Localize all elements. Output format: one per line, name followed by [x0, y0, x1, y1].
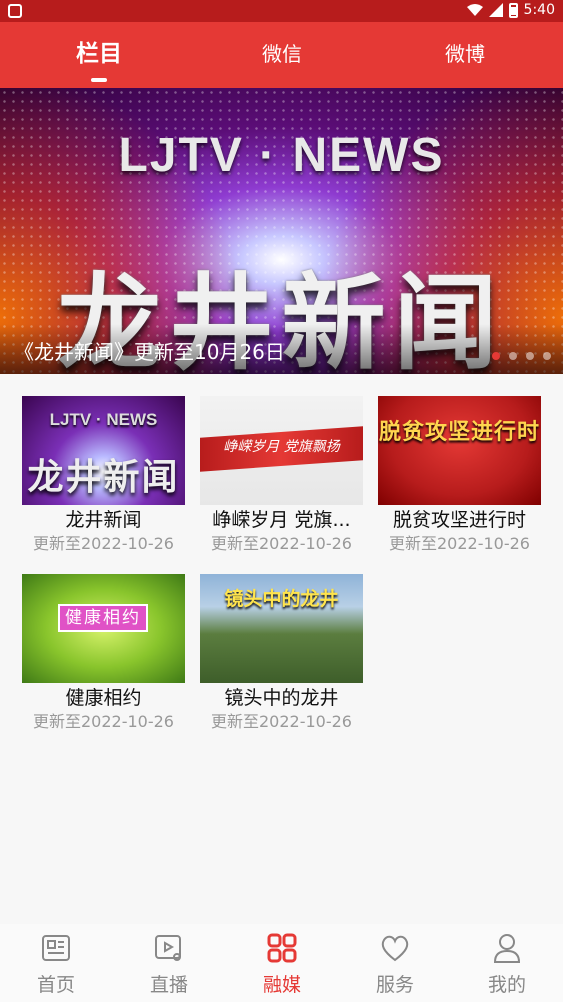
program-thumbnail: LJTV · NEWS 龙井新闻: [22, 396, 185, 505]
banner-caption-bar: 《龙井新闻》更新至10月26日: [0, 324, 563, 374]
program-thumbnail: 健康相约: [22, 574, 185, 683]
top-tab-bar: 栏目 微信 微博: [0, 22, 563, 88]
program-title: 健康相约: [65, 687, 142, 709]
program-updated: 更新至2022-10-26: [33, 712, 174, 731]
tab-weibo[interactable]: 微博: [371, 22, 559, 88]
grid-icon: [267, 933, 297, 963]
program-updated: 更新至2022-10-26: [33, 534, 174, 553]
tab-label: 微信: [262, 42, 302, 66]
pager-dot: [509, 352, 517, 360]
nav-live[interactable]: 直播: [113, 924, 225, 1002]
status-icons: 5:40: [466, 2, 555, 18]
program-thumbnail: 镜头中的龙井: [200, 574, 363, 683]
program-thumbnail: 脱贫攻坚进行时: [378, 396, 541, 505]
status-time: 5:40: [523, 2, 555, 18]
bottom-nav: 首页 直播 融媒 服务 我的: [0, 924, 563, 1002]
nav-label: 融媒: [262, 974, 301, 996]
wifi-icon: [466, 4, 483, 16]
battery-icon: [508, 2, 518, 18]
news-icon: [42, 935, 70, 961]
banner-brand: LJTV · NEWS: [118, 129, 445, 182]
nav-label: 直播: [149, 974, 188, 996]
nav-label: 我的: [487, 974, 526, 996]
program-card-lens[interactable]: 镜头中的龙井 镜头中的龙井 更新至2022-10-26: [200, 574, 363, 736]
active-tab-indicator: [91, 78, 107, 82]
nav-label: 服务: [375, 974, 414, 996]
program-title: 龙井新闻: [65, 509, 142, 531]
pager-dot-active: [492, 352, 500, 360]
pager-dot: [526, 352, 534, 360]
tab-label: 微博: [445, 42, 485, 66]
user-icon: [493, 934, 521, 963]
status-bar: 5:40: [0, 0, 563, 22]
live-video-icon: [155, 935, 181, 961]
banner-carousel[interactable]: LJTV · NEWS 龙井新闻 《龙井新闻》更新至10月26日: [0, 88, 563, 374]
nav-label: 首页: [36, 974, 75, 996]
banner-caption: 《龙井新闻》更新至10月26日: [14, 340, 285, 364]
pager-dot: [543, 352, 551, 360]
carousel-pager: [492, 352, 551, 360]
program-updated: 更新至2022-10-26: [211, 534, 352, 553]
nav-mine[interactable]: 我的: [451, 924, 563, 1002]
program-card-health[interactable]: 健康相约 健康相约 更新至2022-10-26: [22, 574, 185, 736]
heart-icon: [381, 935, 409, 962]
program-updated: 更新至2022-10-26: [389, 534, 530, 553]
app-notification-icon: [8, 4, 22, 18]
tab-wechat[interactable]: 微信: [188, 22, 376, 88]
nav-media[interactable]: 融媒: [226, 924, 338, 1002]
program-title: 脱贫攻坚进行时: [392, 509, 526, 531]
nav-service[interactable]: 服务: [339, 924, 451, 1002]
program-thumbnail: 峥嵘岁月 党旗飘扬: [200, 396, 363, 505]
signal-icon: [488, 3, 503, 17]
tab-label: 栏目: [76, 41, 122, 67]
tab-columns[interactable]: 栏目: [5, 22, 193, 88]
program-updated: 更新至2022-10-26: [211, 712, 352, 731]
program-title: 峥嵘岁月 党旗...: [212, 509, 351, 531]
program-card-longjing-news[interactable]: LJTV · NEWS 龙井新闻 龙井新闻 更新至2022-10-26: [22, 396, 185, 558]
program-title: 镜头中的龙井: [224, 687, 339, 709]
nav-home[interactable]: 首页: [0, 924, 112, 1002]
program-card-poverty[interactable]: 脱贫攻坚进行时 脱贫攻坚进行时 更新至2022-10-26: [378, 396, 541, 558]
program-card-zhengrong[interactable]: 峥嵘岁月 党旗飘扬 峥嵘岁月 党旗... 更新至2022-10-26: [200, 396, 363, 558]
